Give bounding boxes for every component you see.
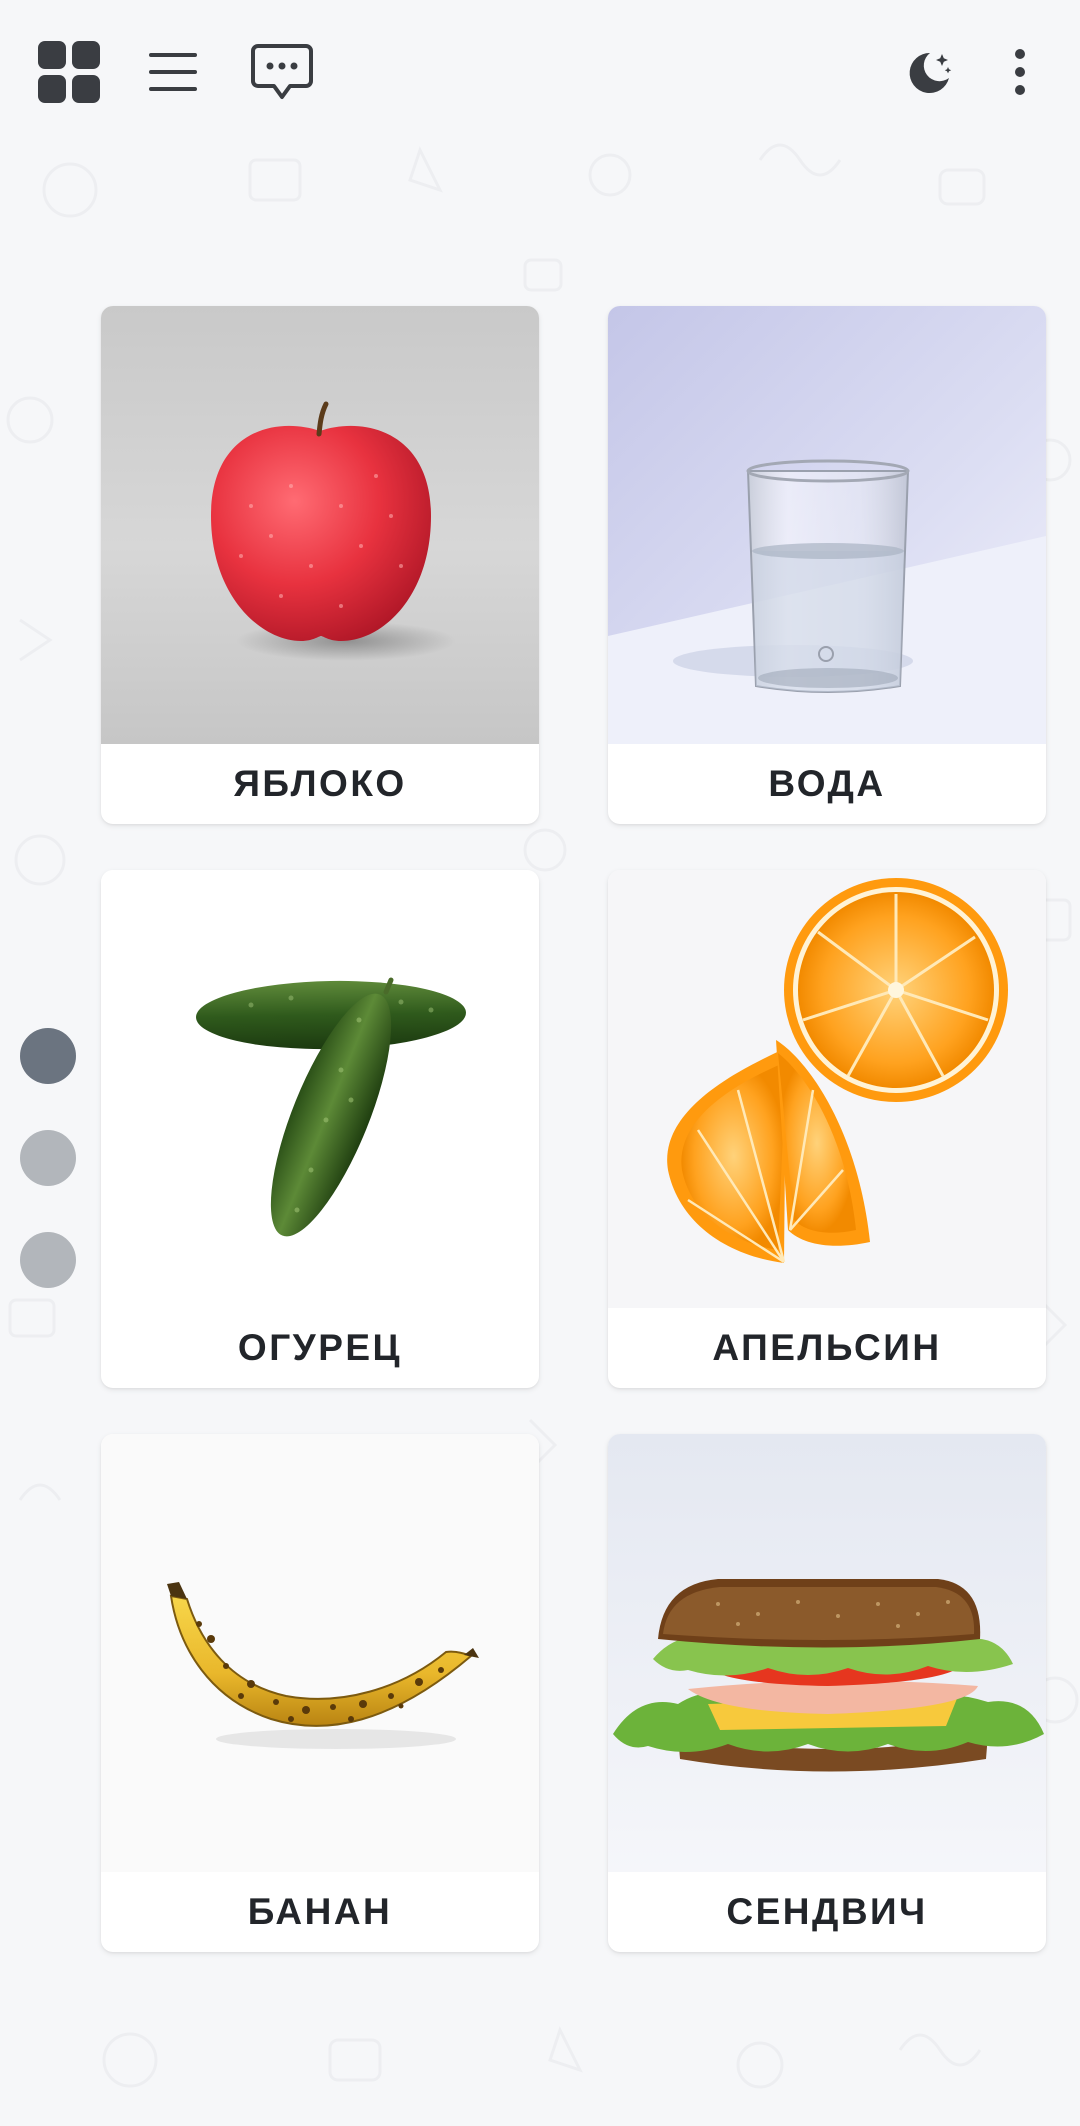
night-mode-button[interactable] [888,30,972,114]
orange-image [608,870,1046,1308]
card-image [608,870,1046,1308]
card-label: ЯБЛОКО [233,763,407,804]
apple-image [101,306,539,744]
card-label: ВОДА [768,763,886,804]
card-apple[interactable]: ЯБЛОКО [101,306,539,824]
moon-stars-icon [909,52,952,93]
page-indicator [20,1028,76,1334]
top-toolbar [0,0,1080,140]
card-label: ОГУРЕЦ [237,1327,403,1368]
page-dot-3[interactable] [20,1232,76,1288]
card-water[interactable]: ВОДА [608,306,1046,824]
card-label: СЕНДВИЧ [726,1891,928,1932]
cucumbers-image [101,870,539,1308]
more-options-button[interactable] [978,30,1062,114]
chat-bubble-icon [251,44,313,99]
sandwich-image [608,1434,1046,1872]
more-vertical-icon [1015,49,1025,95]
banana-image [101,1434,539,1872]
grid-icon [38,41,100,103]
grid-view-button[interactable] [27,30,111,114]
card-image [101,306,539,744]
card-sandwich[interactable]: СЕНДВИЧ [608,1434,1046,1952]
page-dot-2[interactable] [20,1130,76,1186]
card-image [101,870,539,1308]
card-image [608,306,1046,744]
card-banana[interactable]: БАНАН [101,1434,539,1952]
page-dot-1[interactable] [20,1028,76,1084]
menu-button[interactable] [131,30,215,114]
glass-of-water-image [608,306,1046,744]
card-label: АПЕЛЬСИН [712,1327,942,1368]
card-image [101,1434,539,1872]
card-cucumber[interactable]: ОГУРЕЦ [101,870,539,1388]
hamburger-menu-icon [149,53,197,91]
chat-button[interactable] [240,30,324,114]
card-image [608,1434,1046,1872]
card-orange[interactable]: АПЕЛЬСИН [608,870,1046,1388]
card-label: БАНАН [247,1891,393,1932]
